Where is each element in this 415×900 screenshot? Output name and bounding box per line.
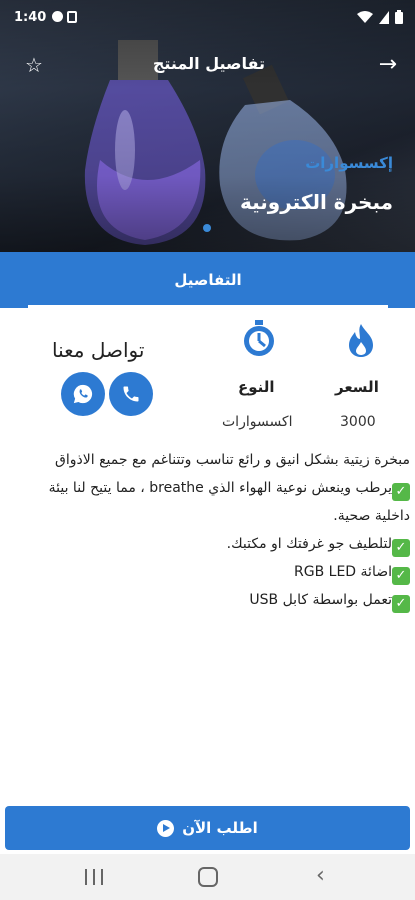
- whatsapp-icon: [73, 384, 93, 404]
- flame-icon: [349, 324, 373, 357]
- contact-title: تواصل معنا: [52, 338, 145, 362]
- phone-icon: [123, 386, 139, 402]
- feature-item: ✓يرطب وينعش نوعية الهواء الذي breathe ، …: [10, 474, 410, 530]
- status-time: 1:40: [14, 9, 47, 25]
- signal-icon: [379, 10, 389, 24]
- app-notification-icon: [67, 11, 78, 23]
- description-intro: مبخرة زيتية بشكل انيق و رائع تناسب وتتنا…: [55, 452, 410, 468]
- tab-details[interactable]: التفاصيل: [28, 252, 388, 308]
- carousel-indicator[interactable]: [203, 224, 211, 232]
- feature-item: ✓تعمل بواسطة كابل USB: [10, 586, 410, 614]
- feature-text: اضائة RGB LED: [294, 564, 392, 580]
- system-nav-bar: ‹: [0, 854, 415, 900]
- price-label: السعر: [335, 378, 379, 396]
- check-icon: ✓: [392, 595, 410, 613]
- check-icon: ✓: [392, 567, 410, 585]
- app-bar: → تفاصيل المنتج ☆: [0, 44, 415, 88]
- wifi-icon: [357, 10, 373, 23]
- order-now-button[interactable]: اطلب الآن: [5, 806, 410, 850]
- notification-icon: [52, 11, 64, 22]
- product-name: مبخرة الكترونية: [239, 190, 393, 214]
- check-icon: ✓: [392, 539, 410, 557]
- price-value: 3000: [340, 414, 376, 430]
- tab-bar: التفاصيل: [0, 252, 415, 308]
- feature-item: ✓اضائة RGB LED: [10, 558, 410, 586]
- recent-apps-icon[interactable]: [85, 869, 103, 885]
- feature-text: لتلطيف جو غرفتك او مكتبك.: [226, 536, 392, 552]
- star-outline-icon[interactable]: ☆: [25, 53, 43, 77]
- whatsapp-button[interactable]: [61, 372, 105, 416]
- order-now-label: اطلب الآن: [182, 819, 258, 837]
- call-button[interactable]: [109, 372, 153, 416]
- tab-indicator: [28, 305, 388, 308]
- type-value: اكسسوارات: [222, 414, 293, 430]
- hero-overlay: [0, 0, 415, 252]
- timer-icon: [244, 320, 274, 356]
- feature-item: ✓لتلطيف جو غرفتك او مكتبك.: [10, 530, 410, 558]
- feature-text: تعمل بواسطة كابل USB: [249, 592, 392, 608]
- feature-text: يرطب وينعش نوعية الهواء الذي breathe ، م…: [48, 480, 410, 524]
- play-circle-icon: [157, 819, 175, 837]
- product-description: مبخرة زيتية بشكل انيق و رائع تناسب وتتنا…: [10, 446, 410, 614]
- check-icon: ✓: [392, 483, 410, 501]
- product-category: إكسسوارات: [305, 154, 393, 172]
- status-bar: 1:40: [0, 0, 415, 34]
- product-image-carousel[interactable]: 1:40 → تفاصيل المنتج ☆ إكسسوارات مبخرة ا…: [0, 0, 415, 252]
- page-title: تفاصيل المنتج: [152, 54, 265, 73]
- arrow-back-icon[interactable]: →: [379, 54, 397, 76]
- type-label: النوع: [238, 378, 275, 396]
- battery-icon: [395, 10, 403, 24]
- home-icon[interactable]: [198, 867, 218, 887]
- nav-back-icon[interactable]: ‹: [316, 863, 325, 888]
